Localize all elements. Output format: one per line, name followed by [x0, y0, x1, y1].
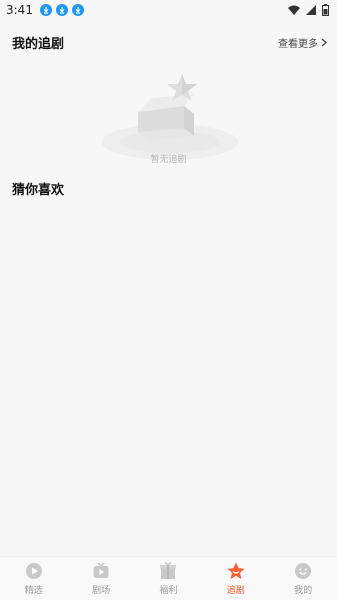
gift-icon — [160, 561, 177, 579]
tab-label: 我的 — [294, 585, 313, 596]
battery-icon — [322, 4, 329, 16]
tab-featured[interactable]: 精选 — [4, 562, 64, 596]
chevron-right-icon — [321, 38, 327, 46]
download-icon — [71, 4, 84, 16]
tab-follow[interactable]: 追剧 — [206, 562, 266, 596]
tv-icon — [93, 561, 109, 578]
smiley-icon — [295, 562, 312, 579]
play-circle-icon — [25, 562, 42, 579]
tab-label: 剧场 — [92, 585, 111, 596]
signal-icon — [306, 5, 316, 15]
empty-text: 暂无追剧 — [150, 155, 187, 165]
tab-welfare[interactable]: 福利 — [138, 561, 198, 596]
guess-header: 猜你喜欢 — [0, 179, 337, 198]
tab-theater[interactable]: 剧场 — [71, 561, 131, 596]
status-time: 3:41 — [6, 3, 33, 17]
my-follow-header: 我的追剧 查看更多 — [0, 33, 337, 52]
wifi-icon — [288, 5, 300, 15]
tab-label: 精选 — [24, 585, 43, 596]
download-icon — [39, 4, 52, 16]
guess-title: 猜你喜欢 — [12, 182, 65, 198]
star-badge-icon — [227, 562, 245, 579]
status-left: 3:41 — [6, 3, 84, 17]
see-more-link[interactable]: 查看更多 — [278, 35, 327, 50]
bottom-tabbar: 精选 剧场 福利 追剧 我的 — [0, 556, 337, 600]
status-right — [288, 4, 329, 16]
download-icon — [55, 4, 68, 16]
my-follow-title: 我的追剧 — [12, 36, 65, 52]
tab-mine[interactable]: 我的 — [273, 562, 333, 596]
status-bar: 3:41 — [0, 0, 337, 20]
see-more-label: 查看更多 — [278, 38, 318, 50]
tab-label: 追剧 — [226, 585, 245, 596]
tab-label: 福利 — [159, 585, 178, 596]
empty-box-illustration — [102, 74, 238, 160]
